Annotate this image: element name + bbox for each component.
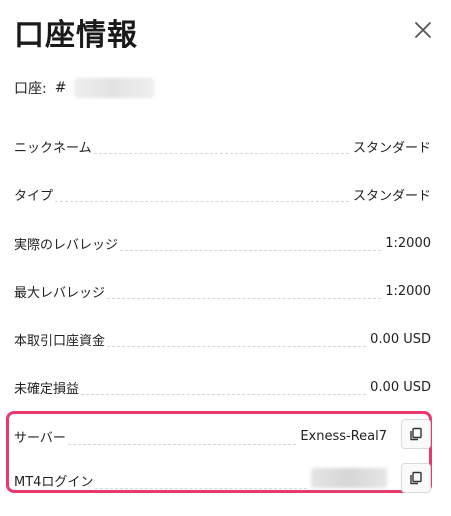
dotted-divider [107,298,382,299]
dotted-divider [120,250,382,251]
detail-row-actual-leverage: 実際のレバレッジ 1:2000 [14,227,431,255]
detail-label: ニックネーム [14,140,92,156]
dotted-divider [107,346,367,347]
detail-value: スタンダード [352,140,431,156]
server-value: Exness-Real7 [300,428,387,444]
detail-value: 0.00 USD [370,379,431,395]
copy-icon [410,471,422,485]
detail-row-server: サーバー Exness-Real7 [14,419,431,449]
detail-row-unrealized-pnl: 未確定損益 0.00 USD [14,371,431,399]
detail-row-funds: 本取引口座資金 0.00 USD [14,323,431,351]
account-label: 口座: [14,81,47,97]
detail-row-mt4-login: MT4ログイン [14,463,431,493]
close-icon [415,22,431,38]
copy-login-button[interactable] [401,463,431,493]
detail-label: タイプ [14,188,54,204]
detail-row-nickname: ニックネーム スタンダード [14,130,431,158]
detail-label: 実際のレバレッジ [14,237,119,253]
dotted-divider [81,394,367,395]
detail-label: 本取引口座資金 [14,333,106,349]
dotted-divider [93,153,349,154]
login-value-redacted [311,468,387,488]
dotted-divider [95,488,307,489]
account-number-line: 口座: # [14,78,155,98]
page-title: 口座情報 [14,18,138,53]
detail-value: スタンダード [352,188,431,204]
account-hash: # [54,80,67,96]
dotted-divider [67,444,297,445]
copy-icon [410,427,422,441]
detail-label: 未確定損益 [14,381,80,397]
detail-value: 1:2000 [385,283,431,299]
detail-value: 1:2000 [385,235,431,251]
account-number-redacted [74,78,155,98]
copy-server-button[interactable] [401,419,431,449]
detail-row-type: タイプ スタンダード [14,178,431,206]
detail-label: 最大レバレッジ [14,285,106,301]
dotted-divider [55,201,349,202]
detail-value: 0.00 USD [370,331,431,347]
detail-label: MT4ログイン [14,474,94,490]
close-button[interactable] [411,18,435,42]
detail-row-max-leverage: 最大レバレッジ 1:2000 [14,275,431,303]
detail-label: サーバー [14,430,66,446]
account-info-panel: 口座情報 口座: # ニックネーム スタンダード タイプ スタンダード 実際のレ… [0,0,451,516]
